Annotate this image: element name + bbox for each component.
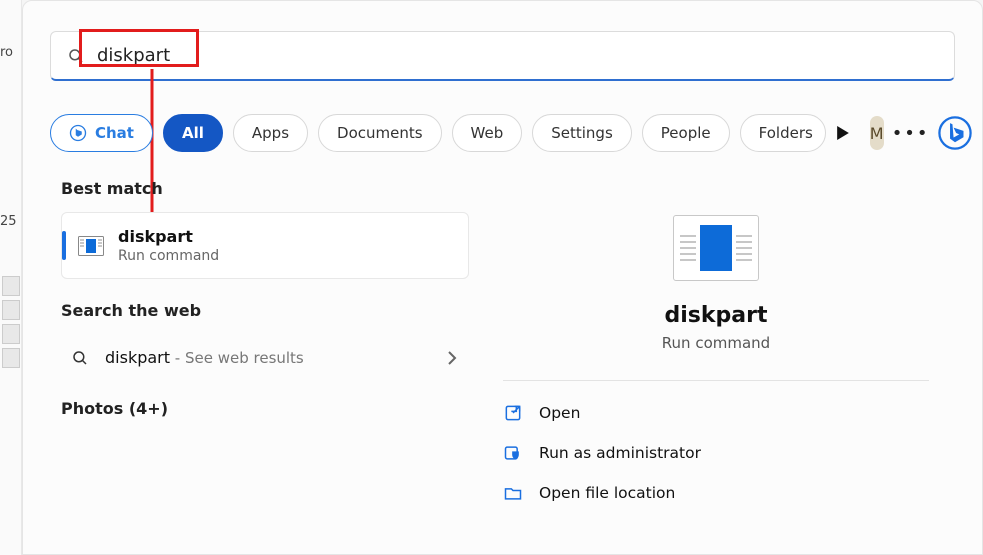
results-column: Best match diskpart Run command Search t… xyxy=(61,179,469,432)
web-search-result[interactable]: diskpart - See web results xyxy=(61,334,469,381)
overflow-menu-button[interactable]: ••• xyxy=(894,116,928,150)
section-title-search-web: Search the web xyxy=(61,301,469,320)
detail-subtitle: Run command xyxy=(477,334,955,352)
detail-title: diskpart xyxy=(477,303,955,328)
action-label: Open xyxy=(539,404,580,422)
section-title-photos: Photos (4+) xyxy=(61,399,469,418)
windows-search-panel: Chat All Apps Documents Web Settings Peo… xyxy=(22,0,983,555)
tab-label: Documents xyxy=(337,124,423,142)
chat-button[interactable]: Chat xyxy=(50,114,153,152)
play-arrow-icon xyxy=(836,126,850,140)
action-label: Run as administrator xyxy=(539,444,701,462)
filter-tab-row: Chat All Apps Documents Web Settings Peo… xyxy=(50,109,955,157)
tab-label: All xyxy=(182,124,204,142)
web-result-suffix: - See web results xyxy=(170,349,304,367)
tab-label: Web xyxy=(471,124,504,142)
section-title-best-match: Best match xyxy=(61,179,469,198)
bg-icon-fragments xyxy=(0,272,22,372)
run-command-icon xyxy=(78,236,104,256)
tab-label: Folders xyxy=(759,124,813,142)
tab-people[interactable]: People xyxy=(642,114,730,152)
action-open[interactable]: Open xyxy=(477,393,955,433)
best-match-subtitle: Run command xyxy=(118,248,452,264)
best-match-title: diskpart xyxy=(118,227,452,246)
tab-label: Apps xyxy=(252,124,289,142)
bing-button[interactable] xyxy=(938,114,972,152)
tab-label: Settings xyxy=(551,124,613,142)
search-box[interactable] xyxy=(50,31,955,81)
tab-settings[interactable]: Settings xyxy=(532,114,632,152)
search-icon xyxy=(67,47,85,65)
tab-label: People xyxy=(661,124,711,142)
tab-web[interactable]: Web xyxy=(452,114,523,152)
search-input[interactable] xyxy=(97,45,938,66)
detail-app-icon xyxy=(673,215,759,281)
avatar-initial: M xyxy=(870,124,884,143)
open-icon xyxy=(503,403,523,423)
bing-chat-icon xyxy=(69,124,87,142)
tab-documents[interactable]: Documents xyxy=(318,114,442,152)
tab-folders[interactable]: Folders xyxy=(740,114,826,152)
bing-icon xyxy=(938,116,972,150)
action-open-file-location[interactable]: Open file location xyxy=(477,473,955,513)
background-window-edge: ro 25 xyxy=(0,0,22,555)
chat-label: Chat xyxy=(95,124,134,142)
web-result-term: diskpart xyxy=(105,348,170,367)
tab-all[interactable]: All xyxy=(163,114,223,152)
search-icon xyxy=(71,349,89,367)
tab-apps[interactable]: Apps xyxy=(233,114,308,152)
action-label: Open file location xyxy=(539,484,675,502)
detail-pane: diskpart Run command Open Run as adminis… xyxy=(477,179,955,554)
user-avatar[interactable]: M xyxy=(870,116,884,150)
best-match-result[interactable]: diskpart Run command xyxy=(61,212,469,279)
more-tabs-button[interactable] xyxy=(836,126,850,140)
bg-text-fragment: 25 xyxy=(0,214,17,229)
folder-icon xyxy=(503,483,523,503)
shield-admin-icon xyxy=(503,443,523,463)
chevron-right-icon xyxy=(447,350,457,366)
search-bar xyxy=(50,31,955,81)
bg-text-fragment: ro xyxy=(0,45,13,60)
divider xyxy=(503,380,929,381)
action-run-as-administrator[interactable]: Run as administrator xyxy=(477,433,955,473)
